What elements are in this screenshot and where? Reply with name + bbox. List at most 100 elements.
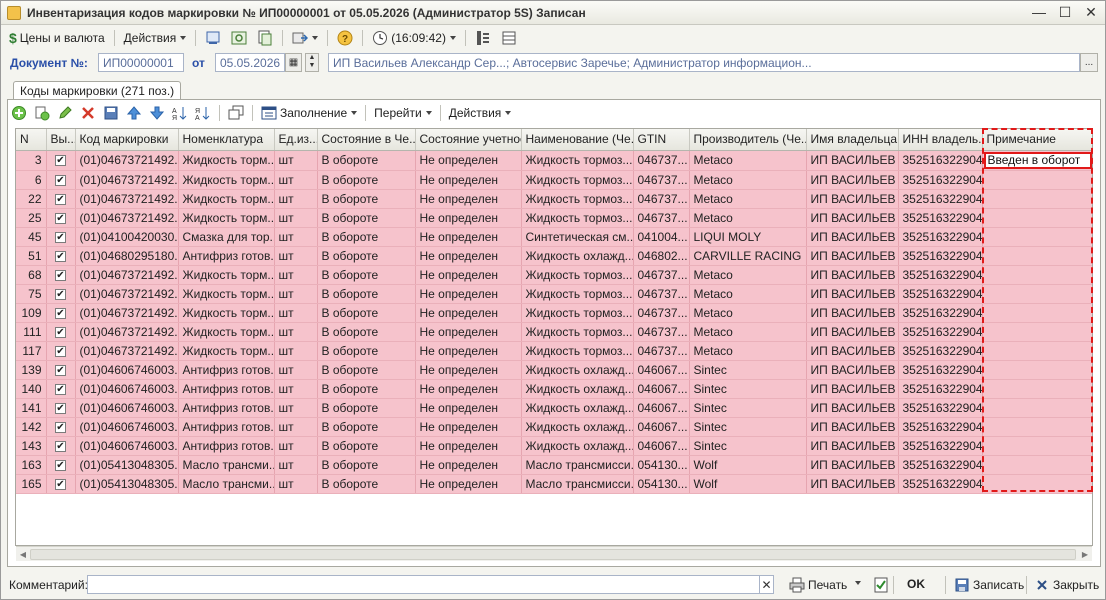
row-checkbox[interactable]: ✔ bbox=[55, 250, 66, 262]
name-cell[interactable]: Жидкость тормоз... bbox=[521, 341, 634, 361]
row-checkbox[interactable]: ✔ bbox=[55, 269, 66, 281]
table-row[interactable]: 51 ✔ (01)04680295180... Антифриз готов... шт… bbox=[16, 246, 1092, 266]
unit-cell[interactable]: шт bbox=[274, 303, 318, 323]
inn-cell[interactable]: 352516322904 bbox=[898, 360, 983, 380]
code-cell[interactable]: (01)04673721492... bbox=[75, 303, 179, 323]
column-header[interactable]: ИНН владель... bbox=[898, 129, 983, 151]
selected-checkbox-cell[interactable]: ✔ bbox=[46, 189, 76, 209]
maker-cell[interactable]: Metaco bbox=[689, 208, 807, 228]
scroll-right-icon[interactable]: ▶ bbox=[1079, 549, 1091, 560]
name-cell[interactable]: Масло трансмисси... bbox=[521, 474, 634, 494]
row-number-cell[interactable]: 109 bbox=[16, 303, 47, 323]
row-number-cell[interactable]: 22 bbox=[16, 189, 47, 209]
save-button[interactable]: Записать bbox=[954, 577, 1024, 593]
code-cell[interactable]: (01)04673721492... bbox=[75, 341, 179, 361]
table-row[interactable]: 75 ✔ (01)04673721492... Жидкость торм... шт В… bbox=[16, 284, 1092, 304]
note-cell[interactable] bbox=[982, 379, 1092, 399]
owner-cell[interactable]: ИП ВАСИЛЬЕВ ... bbox=[806, 341, 899, 361]
row-checkbox[interactable]: ✔ bbox=[55, 326, 66, 338]
row-checkbox[interactable]: ✔ bbox=[55, 345, 66, 357]
owner-cell[interactable]: ИП ВАСИЛЬЕВ ... bbox=[806, 208, 899, 228]
maker-cell[interactable]: Metaco bbox=[689, 303, 807, 323]
row-checkbox[interactable]: ✔ bbox=[55, 231, 66, 243]
help-button[interactable]: ? bbox=[333, 28, 357, 48]
gtin-cell[interactable]: 046067... bbox=[633, 417, 690, 437]
row-checkbox[interactable]: ✔ bbox=[55, 383, 66, 395]
tab-marking-codes[interactable]: Коды маркировки (271 поз.) bbox=[13, 81, 182, 100]
owner-cell[interactable]: ИП ВАСИЛЬЕВ ... bbox=[806, 227, 899, 247]
row-checkbox[interactable]: ✔ bbox=[55, 402, 66, 414]
column-header[interactable]: GTIN bbox=[633, 129, 690, 151]
inn-cell[interactable]: 352516322904 bbox=[898, 398, 983, 418]
table-row[interactable]: 139 ✔ (01)04606746003... Антифриз готов... ш… bbox=[16, 360, 1092, 380]
acc-cell[interactable]: Не определен bbox=[415, 341, 522, 361]
selected-checkbox-cell[interactable]: ✔ bbox=[46, 208, 76, 228]
row-checkbox[interactable]: ✔ bbox=[55, 307, 66, 319]
note-cell[interactable] bbox=[982, 284, 1092, 304]
selected-checkbox-cell[interactable]: ✔ bbox=[46, 417, 76, 437]
code-cell[interactable]: (01)05413048305... bbox=[75, 474, 179, 494]
nom-cell[interactable]: Антифриз готов... bbox=[178, 360, 275, 380]
column-header[interactable]: Имя владельца bbox=[806, 129, 899, 151]
acc-cell[interactable]: Не определен bbox=[415, 360, 522, 380]
print-menu-button[interactable] bbox=[851, 577, 861, 585]
state-cell[interactable]: В обороте bbox=[317, 265, 416, 285]
code-cell[interactable]: (01)04673721492... bbox=[75, 189, 179, 209]
inn-cell[interactable]: 352516322904 bbox=[898, 417, 983, 437]
selected-checkbox-cell[interactable]: ✔ bbox=[46, 341, 76, 361]
row-number-cell[interactable]: 51 bbox=[16, 246, 47, 266]
name-cell[interactable]: Жидкость тормоз... bbox=[521, 322, 634, 342]
acc-cell[interactable]: Не определен bbox=[415, 227, 522, 247]
nom-cell[interactable]: Смазка для тор... bbox=[178, 227, 275, 247]
code-cell[interactable]: (01)04100420030... bbox=[75, 227, 179, 247]
row-checkbox[interactable]: ✔ bbox=[55, 193, 66, 205]
doc-number-field[interactable]: ИП00000001 bbox=[98, 53, 184, 72]
nom-cell[interactable]: Жидкость торм... bbox=[178, 303, 275, 323]
gtin-cell[interactable]: 046737... bbox=[633, 189, 690, 209]
state-cell[interactable]: В обороте bbox=[317, 284, 416, 304]
state-cell[interactable]: В обороте bbox=[317, 341, 416, 361]
gtin-cell[interactable]: 046802... bbox=[633, 246, 690, 266]
nom-cell[interactable]: Жидкость торм... bbox=[178, 208, 275, 228]
nom-cell[interactable]: Антифриз готов... bbox=[178, 417, 275, 437]
move-up-button[interactable] bbox=[124, 103, 144, 123]
maker-cell[interactable]: Wolf bbox=[689, 455, 807, 475]
note-cell[interactable] bbox=[982, 436, 1092, 456]
row-checkbox[interactable]: ✔ bbox=[55, 288, 66, 300]
time-button[interactable]: (16:09:42) bbox=[368, 28, 460, 48]
note-cell[interactable] bbox=[982, 322, 1092, 342]
note-cell[interactable] bbox=[982, 455, 1092, 475]
table-row[interactable]: 68 ✔ (01)04673721492... Жидкость торм... шт В… bbox=[16, 265, 1092, 285]
date-spin-button[interactable]: ▲ ▼ bbox=[305, 53, 319, 72]
owner-cell[interactable]: ИП ВАСИЛЬЕВ ... bbox=[806, 150, 899, 171]
selected-checkbox-cell[interactable]: ✔ bbox=[46, 284, 76, 304]
prices-button[interactable]: $ Цены и валюта bbox=[5, 28, 109, 48]
state-cell[interactable]: В обороте bbox=[317, 189, 416, 209]
gtin-cell[interactable]: 046737... bbox=[633, 284, 690, 304]
note-cell[interactable] bbox=[982, 246, 1092, 266]
structure-button[interactable] bbox=[471, 28, 495, 48]
column-header[interactable]: Ед.из... bbox=[274, 129, 318, 151]
column-header[interactable]: Вы... bbox=[46, 129, 76, 151]
selected-checkbox-cell[interactable]: ✔ bbox=[46, 398, 76, 418]
gtin-cell[interactable]: 046067... bbox=[633, 398, 690, 418]
organization-field[interactable]: ИП Васильев Александр Сер...; Автосервис… bbox=[328, 53, 1080, 72]
maximize-icon[interactable]: ☐ bbox=[1057, 4, 1073, 20]
acc-cell[interactable]: Не определен bbox=[415, 265, 522, 285]
post-document-button[interactable] bbox=[201, 28, 225, 48]
sort-desc-button[interactable]: ЯA bbox=[193, 103, 213, 123]
selected-checkbox-cell[interactable]: ✔ bbox=[46, 170, 76, 190]
selected-checkbox-cell[interactable]: ✔ bbox=[46, 379, 76, 399]
table-row[interactable]: 45 ✔ (01)04100420030... Смазка для тор... шт… bbox=[16, 227, 1092, 247]
row-number-cell[interactable]: 139 bbox=[16, 360, 47, 380]
note-cell[interactable] bbox=[982, 303, 1092, 323]
nom-cell[interactable]: Жидкость торм... bbox=[178, 189, 275, 209]
row-number-cell[interactable]: 143 bbox=[16, 436, 47, 456]
state-cell[interactable]: В обороте bbox=[317, 208, 416, 228]
row-number-cell[interactable]: 45 bbox=[16, 227, 47, 247]
acc-cell[interactable]: Не определен bbox=[415, 398, 522, 418]
selected-checkbox-cell[interactable]: ✔ bbox=[46, 227, 76, 247]
table-row[interactable]: 109 ✔ (01)04673721492... Жидкость торм... шт… bbox=[16, 303, 1092, 323]
maker-cell[interactable]: Sintec bbox=[689, 379, 807, 399]
owner-cell[interactable]: ИП ВАСИЛЬЕВ ... bbox=[806, 265, 899, 285]
